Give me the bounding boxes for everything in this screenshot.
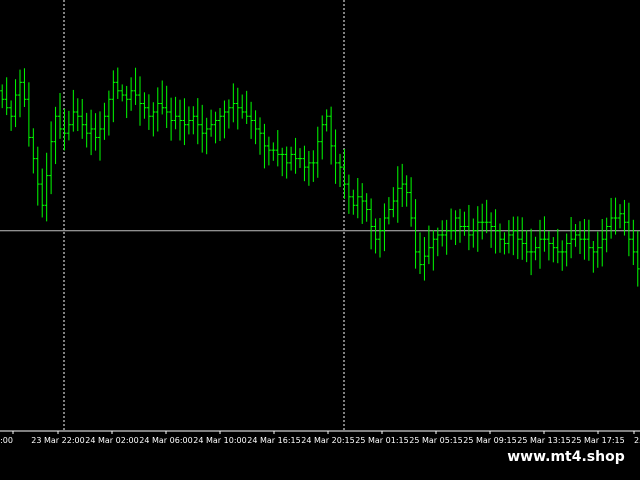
price-chart: Mar 18:0023 Mar 22:0024 Mar 02:0024 Mar … [0, 0, 640, 480]
x-axis-tick-label: 25 Mar 09:15 [463, 436, 516, 445]
x-axis-tick-label: 25 [634, 436, 640, 445]
chart-window: Mar 18:0023 Mar 22:0024 Mar 02:0024 Mar … [0, 0, 640, 480]
x-axis-tick-label: Mar 18:00 [0, 436, 13, 445]
x-axis-tick-label: 25 Mar 17:15 [571, 436, 624, 445]
x-axis-tick-label: 24 Mar 02:00 [85, 436, 138, 445]
x-axis-tick-label: 23 Mar 22:00 [31, 436, 84, 445]
x-axis-tick-label: 24 Mar 10:00 [193, 436, 246, 445]
x-axis-tick-label: 25 Mar 05:15 [409, 436, 462, 445]
x-axis-tick-label: 24 Mar 20:15 [301, 436, 354, 445]
x-axis-tick-label: 24 Mar 16:15 [247, 436, 300, 445]
watermark-url: www.mt4.shop [496, 445, 636, 469]
x-axis-tick-label: 24 Mar 06:00 [139, 436, 192, 445]
x-axis-tick-label: 25 Mar 13:15 [517, 436, 570, 445]
x-axis-tick-label: 25 Mar 01:15 [355, 436, 408, 445]
